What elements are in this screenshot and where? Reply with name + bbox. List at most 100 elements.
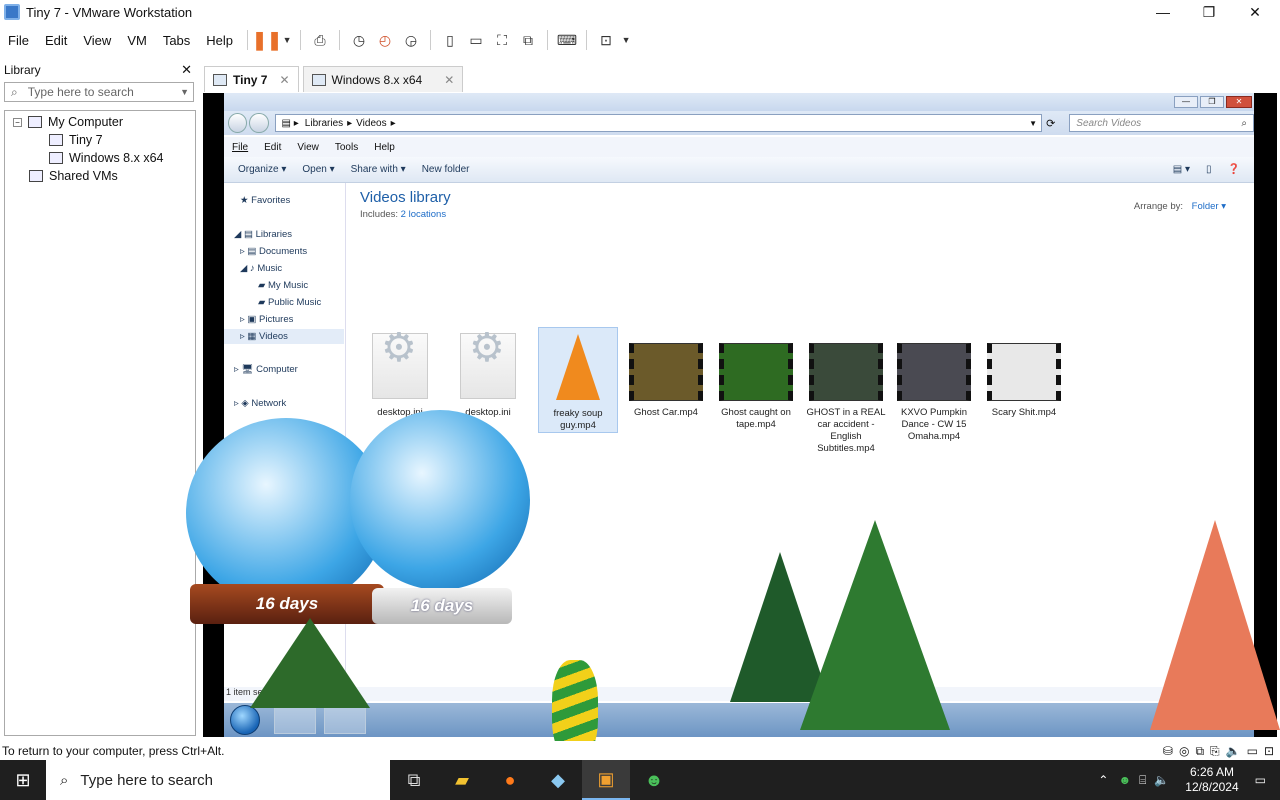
preview-pane-icon[interactable]: ▯ bbox=[1198, 164, 1220, 175]
locations-link[interactable]: 2 locations bbox=[401, 209, 446, 220]
pause-icon[interactable]: ❚❚ bbox=[252, 28, 282, 52]
firefox-icon[interactable]: ● bbox=[486, 760, 534, 800]
explorer-search-input[interactable]: Search Videos ⌕ bbox=[1069, 114, 1254, 132]
nav-my-music[interactable]: ▰ My Music bbox=[258, 280, 308, 291]
app-taskbar-icon[interactable] bbox=[324, 706, 366, 734]
users-app-icon[interactable]: ☻ bbox=[630, 760, 678, 800]
collapse-icon[interactable]: − bbox=[13, 117, 22, 127]
console-icon[interactable]: ⌨ bbox=[554, 28, 580, 52]
tree-item-my-computer[interactable]: − My Computer bbox=[13, 115, 123, 129]
taskbar-clock[interactable]: 6:26 AM 12/8/2024 bbox=[1175, 765, 1248, 795]
usb-icon[interactable]: ⎘ bbox=[1210, 744, 1220, 759]
people-icon[interactable]: ☻ bbox=[1118, 773, 1131, 787]
nav-computer[interactable]: ▹ 🖥 Computer bbox=[234, 364, 298, 375]
nav-pictures[interactable]: ▹ ▣ Pictures bbox=[240, 314, 293, 325]
menu-view[interactable]: View bbox=[75, 33, 119, 48]
menu-help[interactable]: Help bbox=[366, 142, 403, 153]
library-view-icon[interactable]: ▯ bbox=[437, 28, 463, 52]
chevron-down-icon[interactable]: ▼ bbox=[619, 28, 633, 52]
tab-tiny7[interactable]: Tiny 7 ✕ bbox=[204, 66, 299, 92]
file-item-selected[interactable]: freaky soup guy.mp4 bbox=[538, 327, 618, 433]
tab-windows8[interactable]: Windows 8.x x64 ✕ bbox=[302, 66, 464, 92]
new-folder-button[interactable]: New folder bbox=[414, 164, 478, 175]
chevron-up-icon[interactable]: ⌃ bbox=[1098, 773, 1108, 787]
display-icon[interactable]: ▭ bbox=[1247, 744, 1258, 758]
maximize-button[interactable]: ❐ bbox=[1186, 0, 1232, 24]
tree-item-windows8[interactable]: Windows 8.x x64 bbox=[49, 151, 163, 165]
nav-favorites[interactable]: ★ Favorites bbox=[240, 195, 290, 206]
file-item[interactable]: KXVO Pumpkin Dance - CW 15 Omaha.mp4 bbox=[894, 343, 974, 443]
chevron-down-icon[interactable]: ▼ bbox=[1029, 119, 1037, 128]
hard-disk-icon[interactable]: ⛁ bbox=[1163, 744, 1173, 758]
network-icon[interactable]: ⌸ bbox=[1139, 773, 1146, 788]
share-with-button[interactable]: Share with ▾ bbox=[343, 164, 414, 175]
menu-tabs[interactable]: Tabs bbox=[155, 33, 198, 48]
thumbnail-bar-icon[interactable]: ▭ bbox=[463, 28, 489, 52]
menu-edit[interactable]: Edit bbox=[256, 142, 289, 153]
task-view-icon[interactable]: ⧉ bbox=[390, 760, 438, 800]
close-tab-icon[interactable]: ✕ bbox=[279, 73, 289, 87]
menu-view[interactable]: View bbox=[289, 142, 327, 153]
vmware-taskbar-icon[interactable]: ▣ bbox=[582, 760, 630, 800]
menu-tools[interactable]: Tools bbox=[327, 142, 366, 153]
menu-edit[interactable]: Edit bbox=[37, 33, 75, 48]
send-ctrl-alt-del-icon[interactable]: ⎙ bbox=[307, 28, 333, 52]
maximize-button[interactable]: ❐ bbox=[1200, 96, 1224, 108]
notification-icon[interactable]: ▭ bbox=[1255, 773, 1266, 787]
close-icon[interactable]: ✕ bbox=[181, 62, 192, 78]
file-item[interactable]: GHOST in a REAL car accident - English S… bbox=[806, 343, 886, 455]
address-input[interactable]: ▤ ▸ Libraries ▸ Videos ▸ ▼ bbox=[274, 114, 1043, 132]
cd-icon[interactable]: ◎ bbox=[1179, 744, 1189, 758]
snapshot-manager-icon[interactable]: ◶ bbox=[398, 28, 424, 52]
menu-file[interactable]: File bbox=[224, 142, 256, 153]
message-icon[interactable]: ⊡ bbox=[1264, 744, 1274, 758]
minimize-button[interactable]: — bbox=[1174, 96, 1198, 108]
windows-start-icon[interactable]: ⊞ bbox=[0, 760, 46, 800]
menu-vm[interactable]: VM bbox=[119, 33, 155, 48]
open-button[interactable]: Open ▾ bbox=[294, 164, 342, 175]
breadcrumb-videos[interactable]: Videos bbox=[356, 118, 386, 129]
nav-videos[interactable]: ▹ ▦ Videos bbox=[224, 329, 344, 344]
file-item[interactable]: desktop.ini bbox=[448, 333, 528, 419]
breadcrumb-libraries[interactable]: Libraries bbox=[305, 118, 343, 129]
refresh-icon[interactable]: ⟳ bbox=[1046, 117, 1055, 130]
arrange-dropdown[interactable]: Folder ▾ bbox=[1192, 201, 1226, 212]
tree-item-shared-vms[interactable]: Shared VMs bbox=[29, 169, 118, 183]
file-explorer-icon[interactable]: ▰ bbox=[438, 760, 486, 800]
network-adapter-icon[interactable]: ⧉ bbox=[1195, 744, 1204, 759]
nav-documents[interactable]: ▹ ▤ Documents bbox=[240, 246, 307, 257]
file-item[interactable]: desktop.ini bbox=[360, 333, 440, 419]
app-icon[interactable]: ◆ bbox=[534, 760, 582, 800]
explorer-taskbar-icon[interactable] bbox=[274, 706, 316, 734]
library-search-input[interactable]: ⌕ Type here to search ▼ bbox=[4, 82, 194, 102]
revert-snapshot-icon[interactable]: ◴ bbox=[372, 28, 398, 52]
menu-file[interactable]: File bbox=[0, 33, 37, 48]
sound-icon[interactable]: 🔈 bbox=[1226, 744, 1241, 758]
file-item[interactable]: Ghost Car.mp4 bbox=[626, 343, 706, 419]
file-item[interactable]: Ghost caught on tape.mp4 bbox=[716, 343, 796, 431]
snapshot-icon[interactable]: ◷ bbox=[346, 28, 372, 52]
nav-network[interactable]: ▹ ◈ Network bbox=[234, 398, 286, 409]
close-tab-icon[interactable]: ✕ bbox=[444, 73, 454, 87]
close-button[interactable]: ✕ bbox=[1232, 0, 1278, 24]
chevron-down-icon[interactable]: ▼ bbox=[180, 87, 189, 97]
stretch-icon[interactable]: ⊡ bbox=[593, 28, 619, 52]
chevron-down-icon[interactable]: ▼ bbox=[280, 28, 294, 52]
organize-button[interactable]: Organize ▾ bbox=[230, 164, 294, 175]
back-button[interactable] bbox=[228, 113, 248, 133]
help-icon[interactable]: ❓ bbox=[1220, 164, 1248, 175]
full-screen-icon[interactable]: ⛶ bbox=[489, 28, 515, 52]
close-button[interactable]: ✕ bbox=[1226, 96, 1252, 108]
unity-icon[interactable]: ⧉ bbox=[515, 28, 541, 52]
nav-libraries[interactable]: ◢ ▤ Libraries bbox=[234, 229, 292, 240]
taskbar-search-input[interactable]: ⌕ Type here to search bbox=[46, 760, 390, 800]
file-item[interactable]: Scary Shit.mp4 bbox=[984, 343, 1064, 419]
view-options-icon[interactable]: ▤ ▾ bbox=[1165, 164, 1198, 175]
tree-item-tiny7[interactable]: Tiny 7 bbox=[49, 133, 103, 147]
volume-icon[interactable]: 🔈 bbox=[1154, 773, 1169, 787]
menu-help[interactable]: Help bbox=[198, 33, 241, 48]
minimize-button[interactable]: — bbox=[1140, 0, 1186, 24]
nav-public-music[interactable]: ▰ Public Music bbox=[258, 297, 321, 308]
start-orb-icon[interactable] bbox=[230, 705, 260, 735]
nav-music[interactable]: ◢ ♪ Music bbox=[240, 263, 282, 274]
